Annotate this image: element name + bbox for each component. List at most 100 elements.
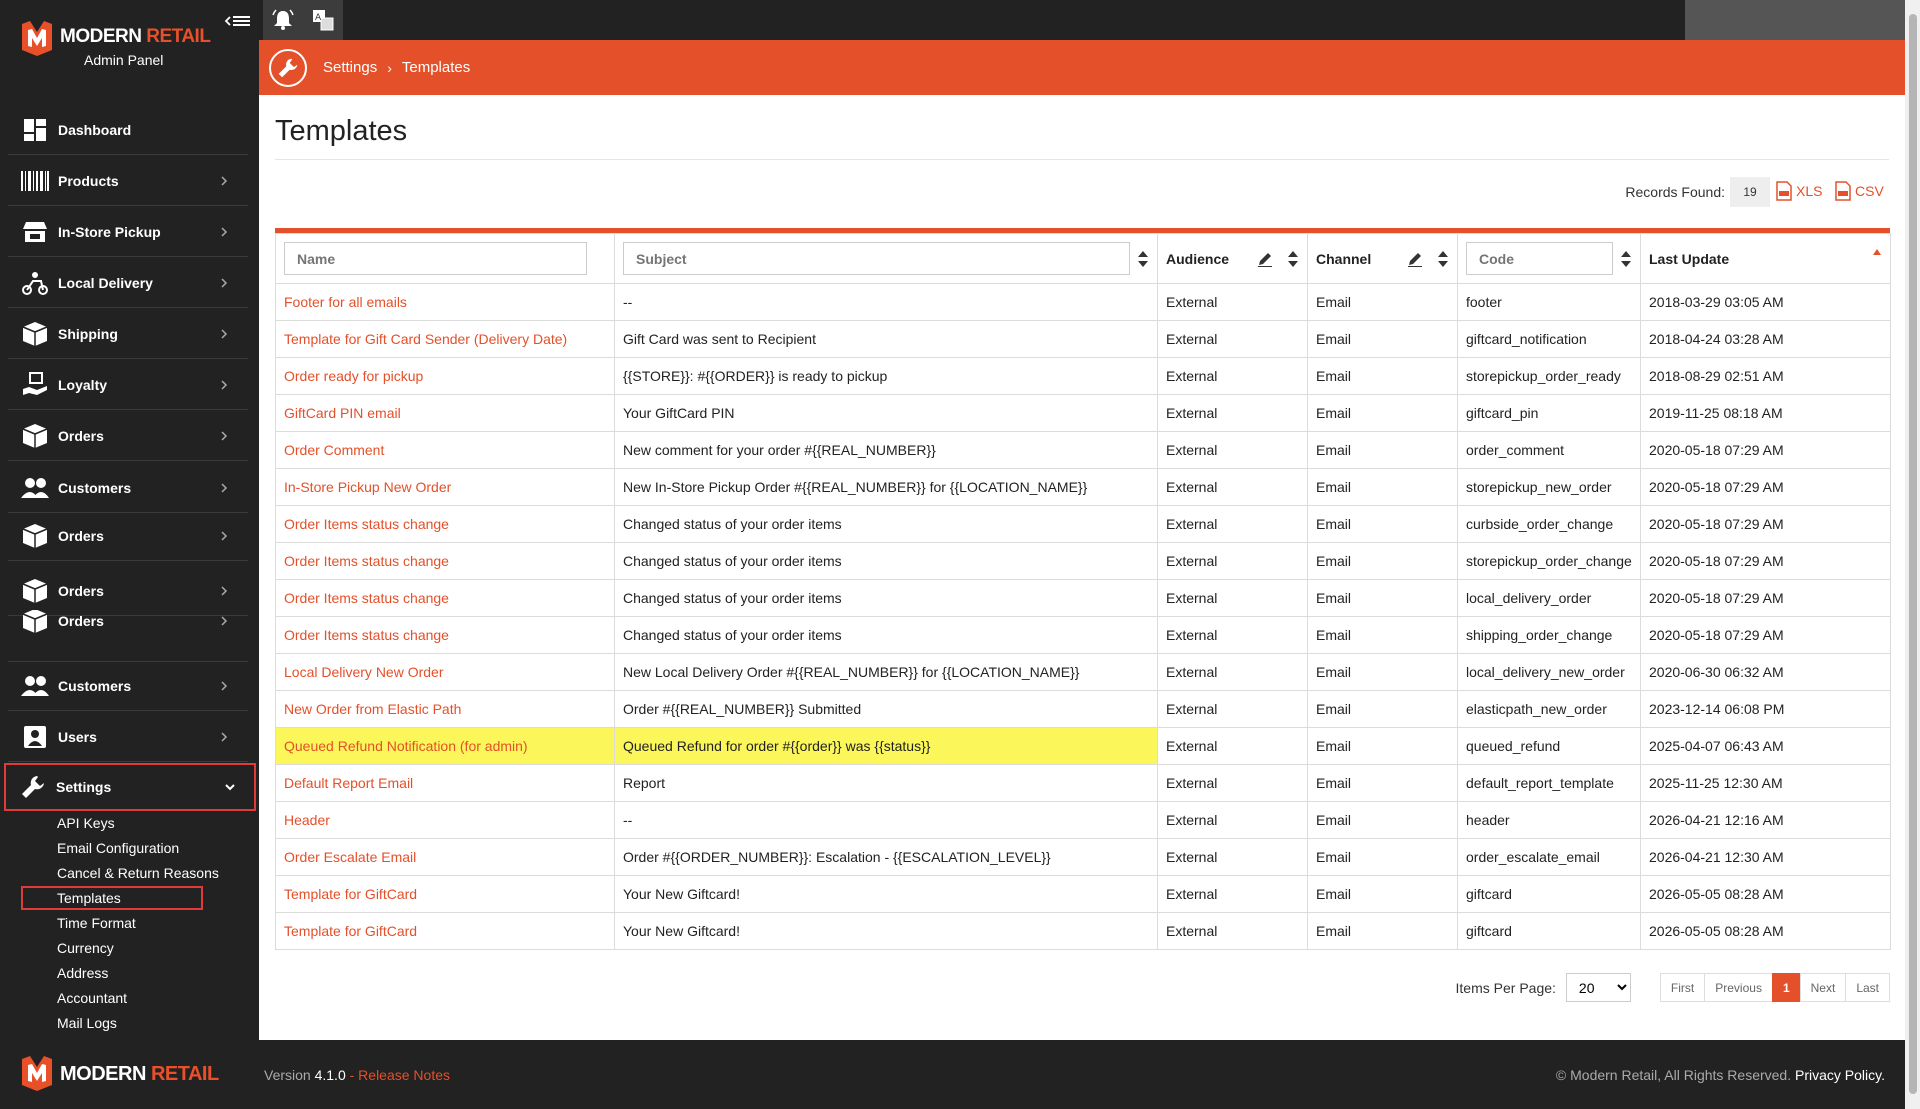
sidebar-item-orders-3[interactable]: Orders xyxy=(8,566,248,616)
table-row[interactable]: Template for GiftCard Your New Giftcard! E… xyxy=(275,912,1891,950)
name-filter-input[interactable] xyxy=(284,242,587,275)
template-audience: External xyxy=(1157,542,1308,580)
previous-page-button[interactable]: Previous xyxy=(1704,973,1773,1002)
sidebar-item-in-store-pickup[interactable]: In-Store Pickup xyxy=(8,207,248,257)
scrollbar-thumb[interactable] xyxy=(1909,14,1917,1094)
template-name-link[interactable]: Order ready for pickup xyxy=(275,357,615,395)
export-csv-button[interactable]: CSV xyxy=(1835,181,1884,201)
table-row[interactable]: Queued Refund Notification (for admin) Qu… xyxy=(275,727,1891,765)
template-last-update: 2018-08-29 02:51 AM xyxy=(1640,357,1891,395)
table-row[interactable]: Template for Gift Card Sender (Delivery … xyxy=(275,320,1891,358)
template-name-link[interactable]: New Order from Elastic Path xyxy=(275,690,615,728)
table-row[interactable]: Template for GiftCard Your New Giftcard! E… xyxy=(275,875,1891,913)
table-row[interactable]: Order Items status change Changed status … xyxy=(275,505,1891,543)
table-row[interactable]: Order Items status change Changed status … xyxy=(275,579,1891,617)
table-row[interactable]: Footer for all emails -- External Email foot… xyxy=(275,283,1891,321)
sidebar-item-loyalty[interactable]: Loyalty xyxy=(8,360,248,410)
items-per-page-select[interactable]: 20 xyxy=(1565,973,1631,1002)
privacy-policy-link[interactable]: Privacy Policy. xyxy=(1795,1067,1885,1083)
next-page-button[interactable]: Next xyxy=(1799,973,1847,1002)
submenu-address[interactable]: Address xyxy=(57,965,108,981)
user-icon xyxy=(20,722,50,752)
sidebar-item-local-delivery[interactable]: Local Delivery xyxy=(8,258,248,308)
last-page-button[interactable]: Last xyxy=(1845,973,1890,1002)
template-last-update: 2020-05-18 07:29 AM xyxy=(1640,468,1891,506)
templates-table: Audience Channel xyxy=(275,228,1891,950)
table-row[interactable]: Order Escalate Email Order #{{ORDER_NUMBE… xyxy=(275,838,1891,876)
export-xls-button[interactable]: XLS xyxy=(1776,181,1822,201)
submenu-api-keys[interactable]: API Keys xyxy=(57,815,115,831)
sidebar-item-orders-4[interactable]: Orders xyxy=(8,610,248,662)
sidebar-item-customers[interactable]: Customers xyxy=(8,463,248,513)
template-name-link[interactable]: Header xyxy=(275,801,615,839)
template-name-link[interactable]: Template for GiftCard xyxy=(275,875,615,913)
code-filter-input[interactable] xyxy=(1466,242,1613,275)
submenu-mail-logs[interactable]: Mail Logs xyxy=(57,1015,117,1031)
table-row[interactable]: Default Report Email Report External Email d… xyxy=(275,764,1891,802)
table-row[interactable]: Order Items status change Changed status … xyxy=(275,542,1891,580)
template-name-link[interactable]: In-Store Pickup New Order xyxy=(275,468,615,506)
last-update-column-header[interactable]: Last Update xyxy=(1640,233,1891,284)
template-audience: External xyxy=(1157,468,1308,506)
sidebar-item-orders-2[interactable]: Orders xyxy=(8,511,248,561)
template-name-link[interactable]: Order Escalate Email xyxy=(275,838,615,876)
table-row[interactable]: Order ready for pickup {{STORE}}: #{{ORDE… xyxy=(275,357,1891,395)
sidebar-item-dashboard[interactable]: Dashboard xyxy=(8,105,248,155)
template-name-link[interactable]: Order Comment xyxy=(275,431,615,469)
sort-icon[interactable] xyxy=(1137,250,1149,268)
sidebar-item-orders[interactable]: Orders xyxy=(8,411,248,461)
sort-asc-icon[interactable] xyxy=(1872,248,1882,256)
sidebar-item-customers-2[interactable]: Customers xyxy=(8,661,248,711)
sort-icon[interactable] xyxy=(1620,250,1632,268)
submenu-time-format[interactable]: Time Format xyxy=(57,915,136,931)
template-name-link[interactable]: Default Report Email xyxy=(275,764,615,802)
subject-filter-input[interactable] xyxy=(623,242,1130,275)
template-name-link[interactable]: Order Items status change xyxy=(275,505,615,543)
sidebar-item-label: Loyalty xyxy=(58,376,108,393)
template-name-link[interactable]: Local Delivery New Order xyxy=(275,653,615,691)
template-channel: Email xyxy=(1307,653,1458,691)
table-row[interactable]: Header -- External Email header 2026-04-21 12… xyxy=(275,801,1891,839)
pencil-icon[interactable] xyxy=(1407,251,1423,267)
sort-icon[interactable] xyxy=(1437,250,1449,268)
table-row[interactable]: Order Comment New comment for your order … xyxy=(275,431,1891,469)
notifications-button[interactable] xyxy=(263,0,303,40)
collapse-sidebar-icon[interactable] xyxy=(222,10,254,32)
template-channel: Email xyxy=(1307,690,1458,728)
table-row[interactable]: Local Delivery New Order New Local Delive… xyxy=(275,653,1891,691)
template-name-link[interactable]: Footer for all emails xyxy=(275,283,615,321)
first-page-button[interactable]: First xyxy=(1659,973,1706,1002)
table-row[interactable]: Order Items status change Changed status … xyxy=(275,616,1891,654)
template-name-link[interactable]: Queued Refund Notification (for admin) xyxy=(275,727,615,765)
submenu-accountant[interactable]: Accountant xyxy=(57,990,127,1006)
submenu-email-configuration[interactable]: Email Configuration xyxy=(57,840,179,856)
csv-label: CSV xyxy=(1855,183,1884,199)
language-button[interactable]: A xyxy=(303,0,343,40)
scrollbar[interactable] xyxy=(1905,0,1920,1109)
logo[interactable]: MODERN RETAIL Admin Panel xyxy=(20,18,220,73)
pencil-icon[interactable] xyxy=(1257,251,1273,267)
version-info: Version 4.1.0 - Release Notes xyxy=(264,1067,451,1083)
template-name-link[interactable]: Order Items status change xyxy=(275,542,615,580)
release-notes-link[interactable]: - Release Notes xyxy=(350,1067,450,1083)
submenu-currency[interactable]: Currency xyxy=(57,940,114,956)
table-row[interactable]: New Order from Elastic Path Order #{{REAL… xyxy=(275,690,1891,728)
sidebar-item-users[interactable]: Users xyxy=(8,712,248,762)
template-name-link[interactable]: Order Items status change xyxy=(275,579,615,617)
delivery-icon xyxy=(20,268,50,298)
table-row[interactable]: GiftCard PIN email Your GiftCard PIN Exter… xyxy=(275,394,1891,432)
sidebar-item-products[interactable]: Products xyxy=(8,156,248,206)
template-name-link[interactable]: Order Items status change xyxy=(275,616,615,654)
template-name-link[interactable]: GiftCard PIN email xyxy=(275,394,615,432)
table-row[interactable]: In-Store Pickup New Order New In-Store Pi… xyxy=(275,468,1891,506)
template-name-link[interactable]: Template for GiftCard xyxy=(275,912,615,950)
sidebar-item-settings[interactable]: Settings xyxy=(4,763,256,811)
submenu-cancel-return-reasons[interactable]: Cancel & Return Reasons xyxy=(57,865,219,881)
sidebar-item-shipping[interactable]: Shipping xyxy=(8,309,248,359)
template-code: giftcard xyxy=(1457,912,1641,950)
template-name-link[interactable]: Template for Gift Card Sender (Delivery … xyxy=(275,320,615,358)
current-page-button[interactable]: 1 xyxy=(1771,973,1801,1002)
sort-icon[interactable] xyxy=(1287,250,1299,268)
template-subject: Your New Giftcard! xyxy=(614,875,1158,913)
breadcrumb-settings[interactable]: Settings xyxy=(323,59,377,76)
